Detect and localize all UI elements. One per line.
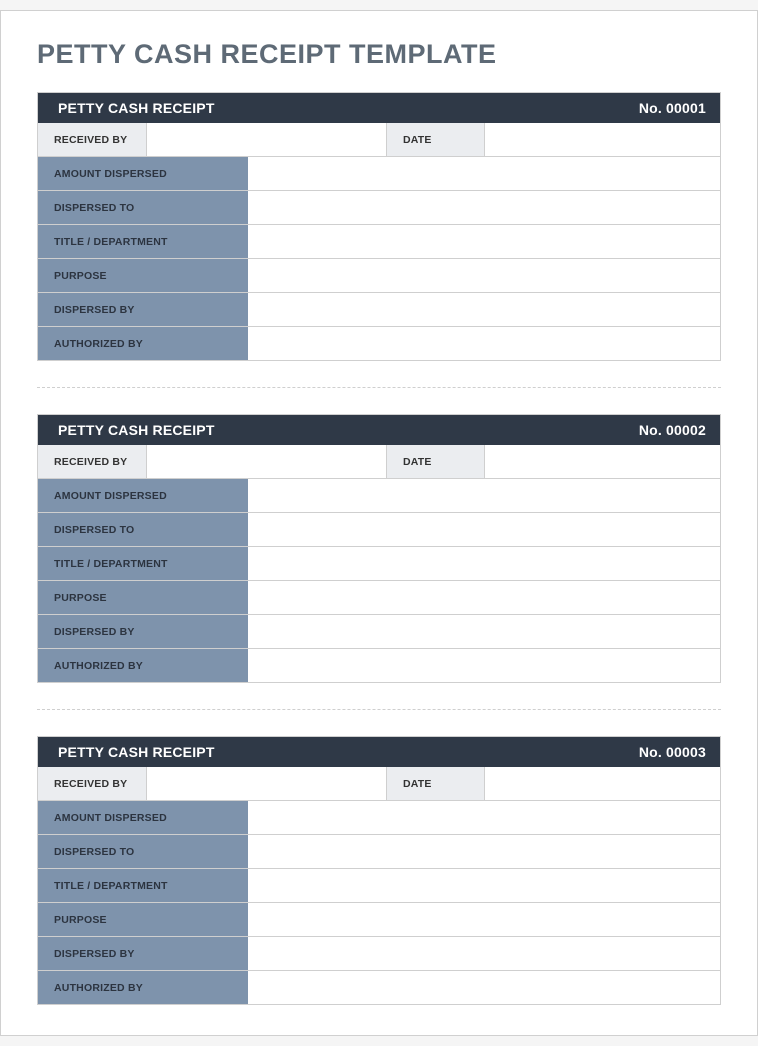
receipt-header: PETTY CASH RECEIPT No. 00001 [38,93,720,123]
purpose-label: PURPOSE [38,259,248,292]
detail-row: TITLE / DEPARTMENT [38,225,720,259]
page-title: PETTY CASH RECEIPT TEMPLATE [37,39,721,70]
receipt-block: PETTY CASH RECEIPT No. 00002 RECEIVED BY… [37,414,721,683]
detail-row: AUTHORIZED BY [38,327,720,361]
purpose-label: PURPOSE [38,581,248,614]
receipt-number: No. 00003 [639,744,706,760]
amount-dispersed-value[interactable] [248,157,720,190]
received-by-value[interactable] [146,123,386,156]
date-label: DATE [386,123,484,156]
detail-row: DISPERSED BY [38,615,720,649]
purpose-label: PURPOSE [38,903,248,936]
amount-dispersed-label: AMOUNT DISPERSED [38,801,248,834]
purpose-value[interactable] [248,259,720,292]
authorized-by-label: AUTHORIZED BY [38,327,248,360]
amount-dispersed-value[interactable] [248,801,720,834]
received-by-value[interactable] [146,445,386,478]
receipt-header-title: PETTY CASH RECEIPT [58,744,215,760]
dispersed-by-label: DISPERSED BY [38,615,248,648]
receipt-header: PETTY CASH RECEIPT No. 00003 [38,737,720,767]
authorized-by-value[interactable] [248,649,720,682]
detail-row: DISPERSED TO [38,191,720,225]
receipt-block: PETTY CASH RECEIPT No. 00003 RECEIVED BY… [37,736,721,1005]
detail-row: PURPOSE [38,903,720,937]
receipt-header-title: PETTY CASH RECEIPT [58,100,215,116]
divider [37,709,721,710]
authorized-by-value[interactable] [248,327,720,360]
received-by-label: RECEIVED BY [38,123,146,156]
dispersed-to-value[interactable] [248,835,720,868]
received-by-value[interactable] [146,767,386,800]
dispersed-to-label: DISPERSED TO [38,191,248,224]
detail-row: PURPOSE [38,259,720,293]
dispersed-to-label: DISPERSED TO [38,513,248,546]
receipt-number: No. 00002 [639,422,706,438]
detail-row: TITLE / DEPARTMENT [38,547,720,581]
purpose-value[interactable] [248,581,720,614]
receipt-number: No. 00001 [639,100,706,116]
detail-row: PURPOSE [38,581,720,615]
page: PETTY CASH RECEIPT TEMPLATE PETTY CASH R… [0,10,758,1036]
purpose-value[interactable] [248,903,720,936]
date-value[interactable] [484,767,720,800]
title-department-value[interactable] [248,547,720,580]
detail-row: DISPERSED BY [38,293,720,327]
dispersed-by-label: DISPERSED BY [38,293,248,326]
date-value[interactable] [484,123,720,156]
top-row: RECEIVED BY DATE [38,123,720,157]
title-department-label: TITLE / DEPARTMENT [38,547,248,580]
title-department-value[interactable] [248,225,720,258]
received-by-label: RECEIVED BY [38,767,146,800]
authorized-by-label: AUTHORIZED BY [38,649,248,682]
title-department-label: TITLE / DEPARTMENT [38,869,248,902]
received-by-label: RECEIVED BY [38,445,146,478]
amount-dispersed-label: AMOUNT DISPERSED [38,479,248,512]
dispersed-to-value[interactable] [248,513,720,546]
detail-row: TITLE / DEPARTMENT [38,869,720,903]
dispersed-by-value[interactable] [248,615,720,648]
receipt-block: PETTY CASH RECEIPT No. 00001 RECEIVED BY… [37,92,721,361]
date-label: DATE [386,767,484,800]
dispersed-by-label: DISPERSED BY [38,937,248,970]
date-value[interactable] [484,445,720,478]
dispersed-to-value[interactable] [248,191,720,224]
authorized-by-value[interactable] [248,971,720,1004]
detail-row: AMOUNT DISPERSED [38,801,720,835]
detail-row: DISPERSED TO [38,835,720,869]
detail-row: DISPERSED BY [38,937,720,971]
authorized-by-label: AUTHORIZED BY [38,971,248,1004]
detail-row: DISPERSED TO [38,513,720,547]
title-department-value[interactable] [248,869,720,902]
title-department-label: TITLE / DEPARTMENT [38,225,248,258]
dispersed-by-value[interactable] [248,293,720,326]
detail-row: AUTHORIZED BY [38,971,720,1005]
top-row: RECEIVED BY DATE [38,445,720,479]
date-label: DATE [386,445,484,478]
amount-dispersed-label: AMOUNT DISPERSED [38,157,248,190]
dispersed-by-value[interactable] [248,937,720,970]
receipt-header: PETTY CASH RECEIPT No. 00002 [38,415,720,445]
detail-row: AMOUNT DISPERSED [38,157,720,191]
top-row: RECEIVED BY DATE [38,767,720,801]
receipt-header-title: PETTY CASH RECEIPT [58,422,215,438]
detail-row: AUTHORIZED BY [38,649,720,683]
amount-dispersed-value[interactable] [248,479,720,512]
dispersed-to-label: DISPERSED TO [38,835,248,868]
detail-row: AMOUNT DISPERSED [38,479,720,513]
divider [37,387,721,388]
